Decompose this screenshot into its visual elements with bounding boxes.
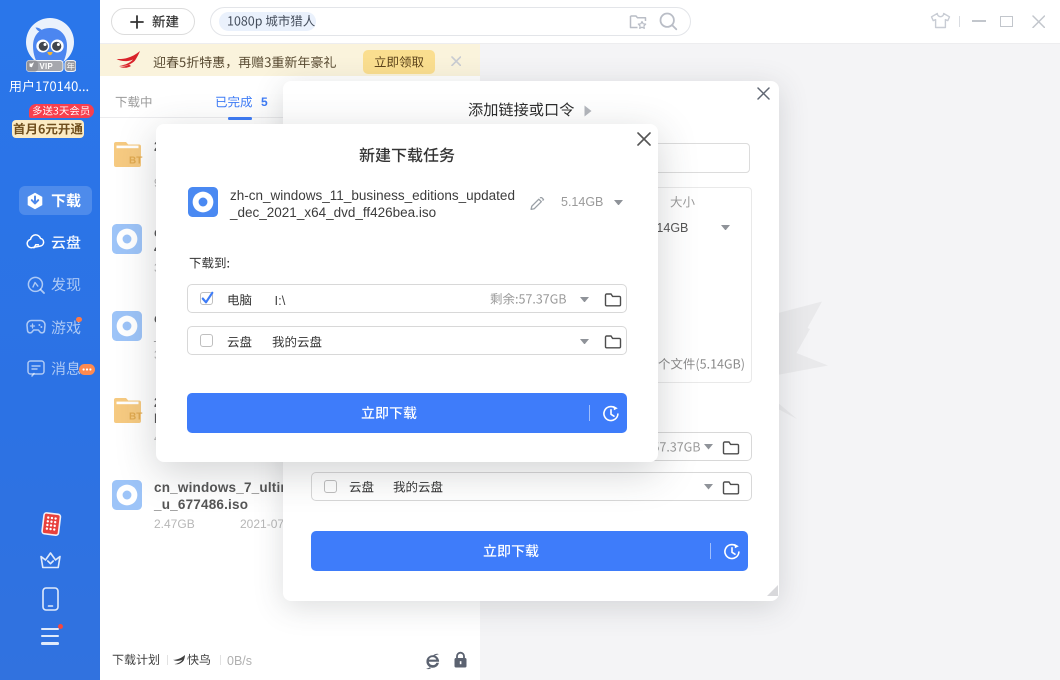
svg-text:VIP: VIP	[40, 62, 53, 71]
svg-text:BT: BT	[129, 156, 142, 167]
svg-text:BT: BT	[129, 411, 142, 422]
